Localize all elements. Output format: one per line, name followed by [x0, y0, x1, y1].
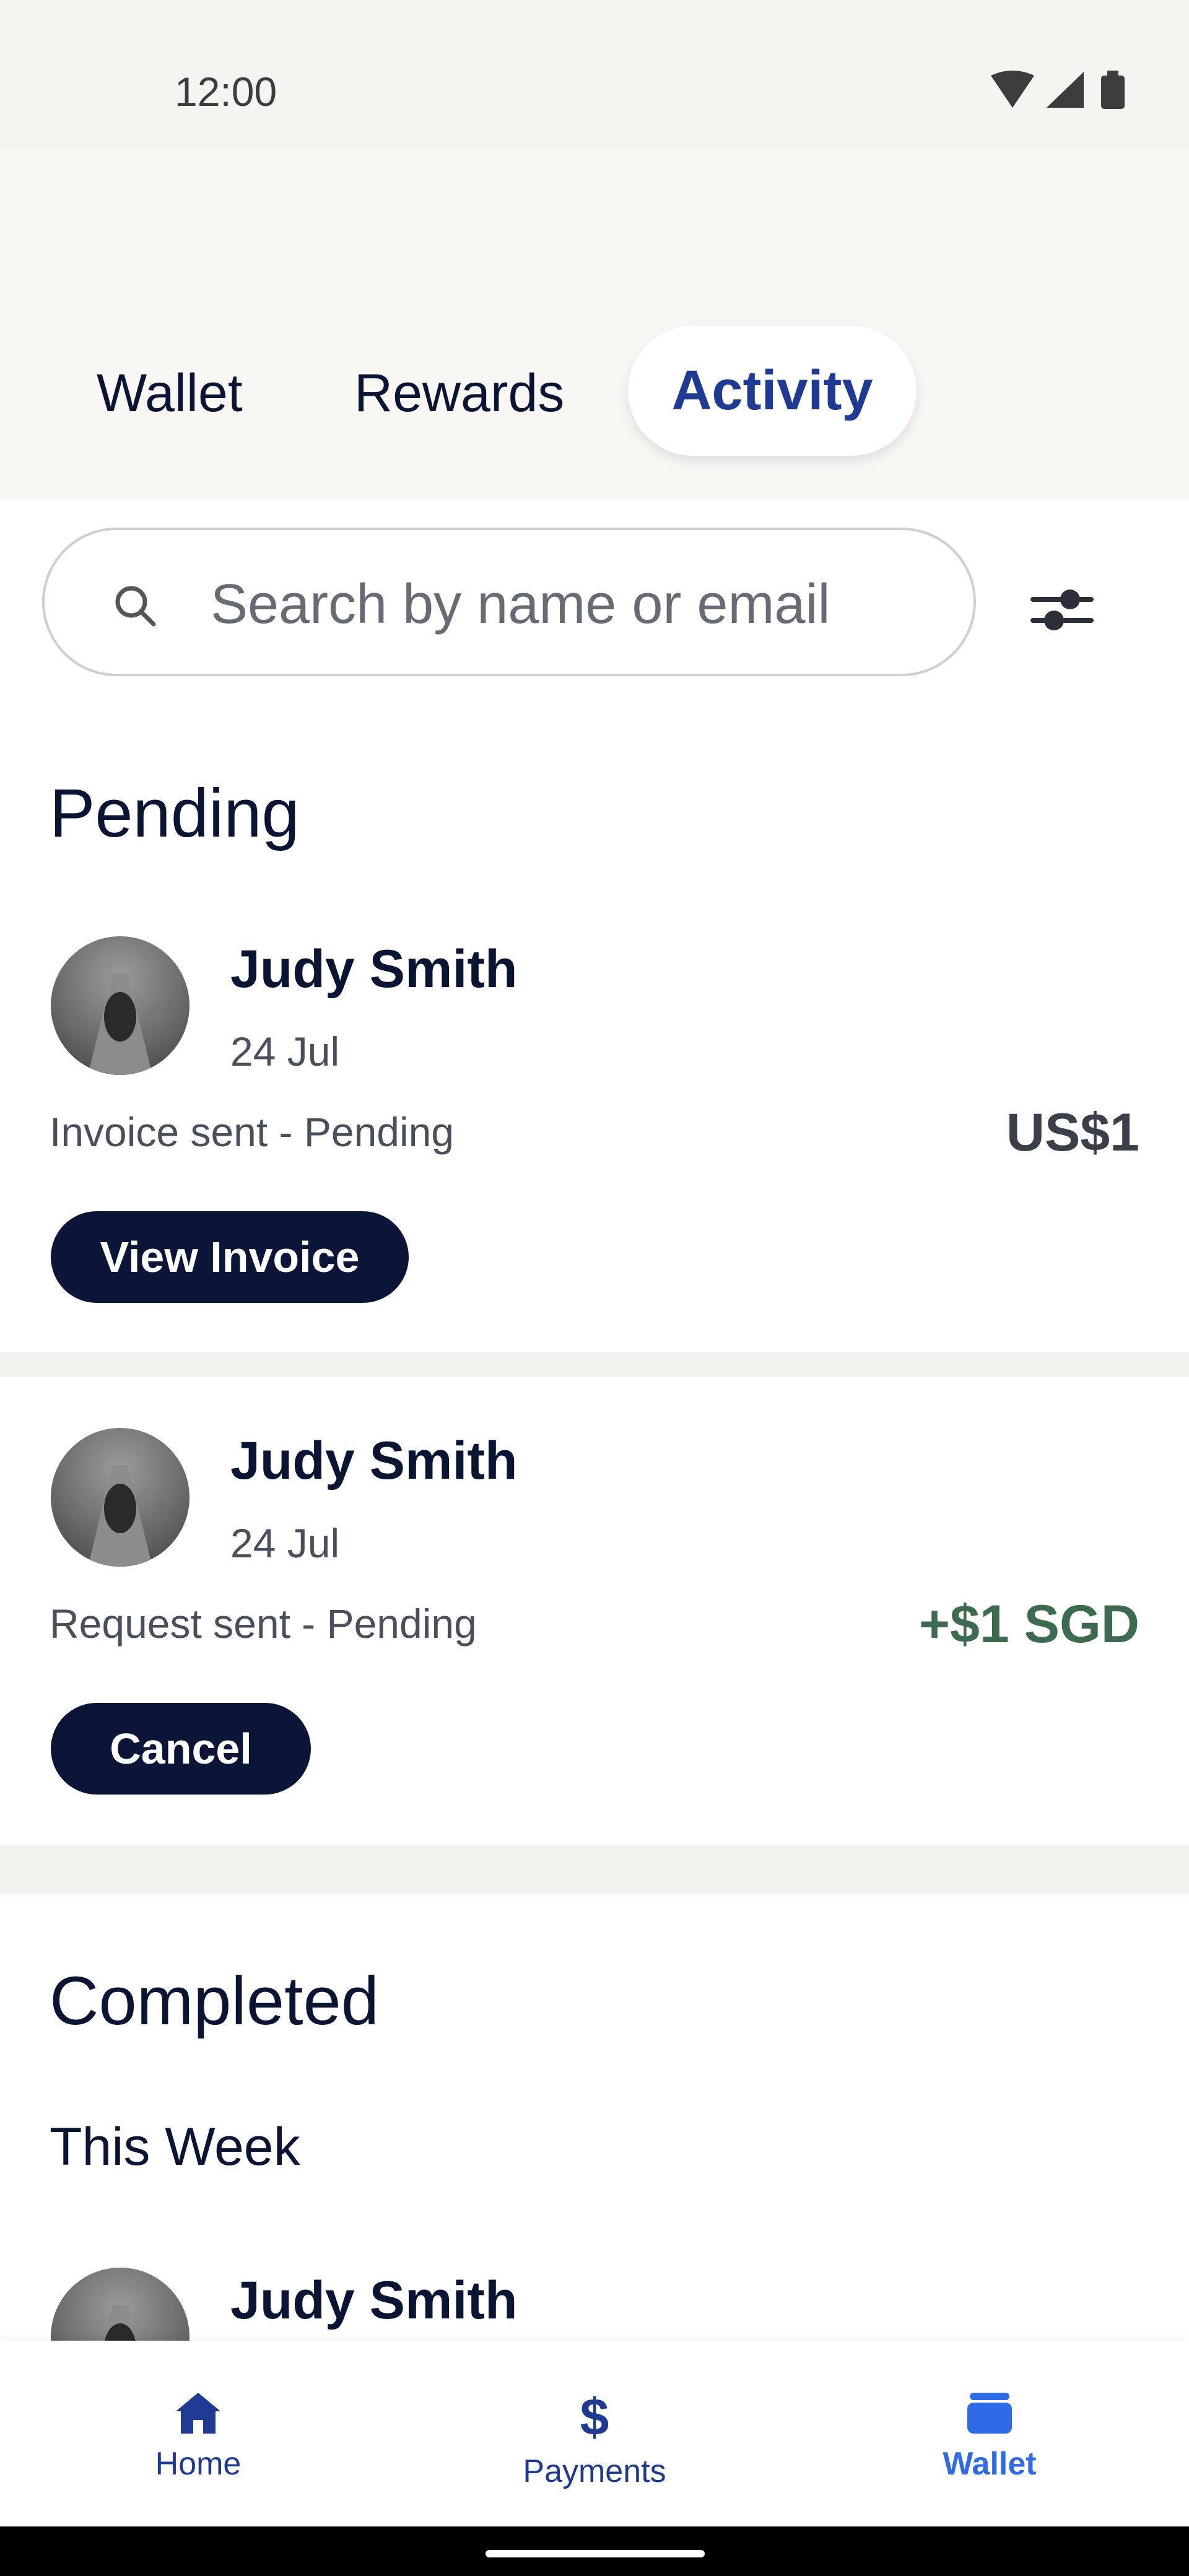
transaction-amount: +$1 SGD [918, 1595, 1139, 1654]
completed-heading: Completed [50, 1963, 379, 2039]
transaction-date: 24 Jul [230, 1520, 340, 1566]
transaction-date: 24 Jul [230, 1029, 340, 1074]
gesture-handle[interactable] [486, 2550, 705, 2557]
svg-text:$: $ [580, 2390, 609, 2443]
transaction-name: Judy Smith [230, 1431, 518, 1490]
search-icon [111, 582, 159, 632]
header-area [0, 149, 1189, 500]
cancel-button[interactable]: Cancel [51, 1703, 311, 1795]
transaction-name: Judy Smith [230, 2271, 518, 2330]
transaction-name: Judy Smith [230, 939, 518, 999]
wifi-icon [991, 71, 1034, 108]
nav-wallet[interactable]: Wallet [897, 2390, 1082, 2482]
battery-icon [1101, 71, 1125, 109]
avatar [51, 1428, 189, 1567]
nav-payments[interactable]: $ Payments [502, 2388, 687, 2490]
avatar [51, 936, 189, 1075]
nav-label-payments: Payments [523, 2453, 666, 2489]
view-invoice-button[interactable]: View Invoice [51, 1211, 409, 1303]
filter-icon[interactable] [1028, 582, 1096, 641]
week-subheading: This Week [50, 2117, 300, 2177]
pending-heading: Pending [50, 775, 300, 851]
signal-icon [1047, 72, 1084, 108]
tab-rewards[interactable]: Rewards [354, 359, 564, 427]
tab-activity[interactable]: Activity [628, 326, 917, 456]
divider [0, 1352, 1189, 1377]
transaction-description: Invoice sent - Pending [50, 1109, 455, 1155]
home-icon [172, 2393, 224, 2439]
dollar-icon: $ [576, 2388, 613, 2446]
divider [0, 1845, 1189, 1894]
tab-wallet[interactable]: Wallet [97, 359, 243, 427]
nav-label-wallet: Wallet [943, 2446, 1037, 2482]
status-icons [991, 69, 1133, 116]
transaction-description: Request sent - Pending [50, 1601, 477, 1647]
nav-label-home: Home [155, 2446, 242, 2482]
wallet-icon [964, 2393, 1016, 2439]
search-input[interactable] [211, 573, 941, 635]
nav-home[interactable]: Home [105, 2390, 291, 2482]
status-time: 12:00 [175, 69, 277, 115]
transaction-amount: US$1 [1006, 1103, 1139, 1162]
